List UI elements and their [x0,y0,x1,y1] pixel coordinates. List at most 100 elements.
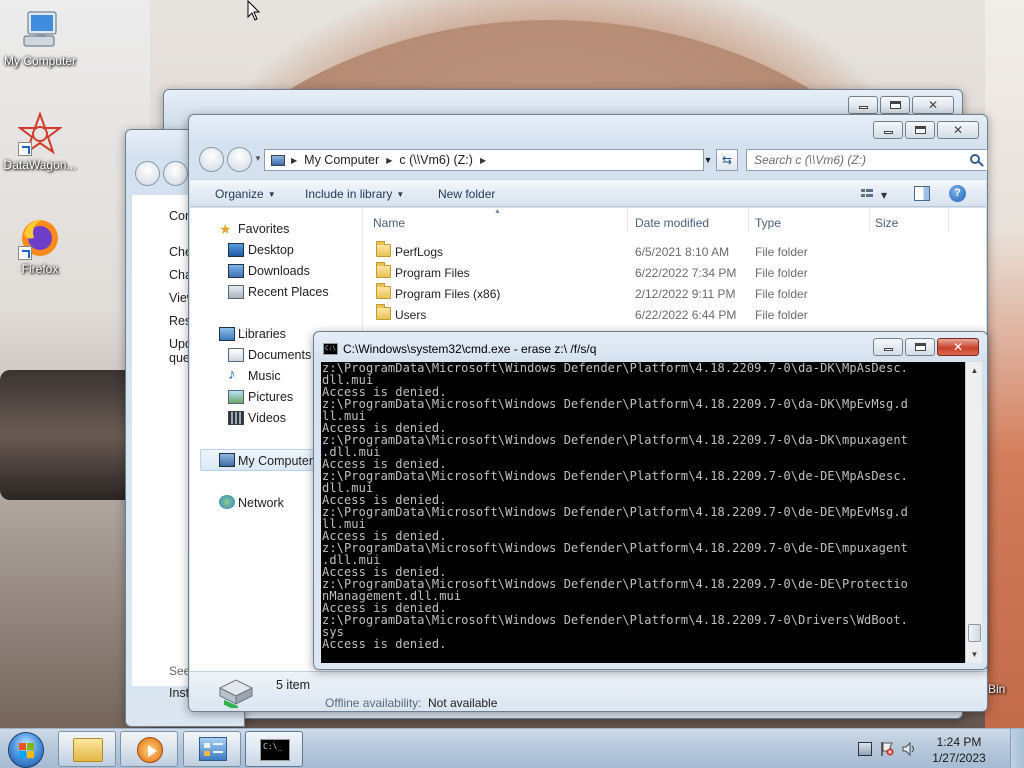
include-in-library-menu[interactable]: Include in library ▼ [305,187,404,201]
column-header-date-modified[interactable]: Date modified [635,216,709,230]
maximize-button[interactable] [905,338,935,356]
close-button[interactable]: ✕ [912,96,954,114]
speaker-icon[interactable] [901,741,917,757]
back-arrow-icon[interactable] [135,161,160,186]
view-options-icon[interactable]: ▼ [859,185,889,203]
window-controls: ✕ [873,121,979,139]
mouse-cursor-icon [247,0,261,21]
windows-logo-icon [8,732,44,768]
nav-recent-places[interactable]: Recent Places [248,285,329,299]
window-controls: ✕ [873,338,979,356]
table-row[interactable]: Program Files 6/22/2022 7:34 PM File fol… [364,262,986,283]
breadcrumb-my-computer[interactable]: My Computer [304,153,379,167]
nav-documents[interactable]: Documents [248,348,311,362]
computer-icon [219,453,235,467]
computer-icon [18,8,62,52]
explorer-taskbar-button[interactable] [58,731,116,767]
command-bar: Organize ▼ Include in library ▼ New folder… [190,179,986,207]
recent-pages-chevron-icon[interactable]: ▼ [254,154,262,163]
search-input[interactable] [747,150,957,170]
network-icon [219,495,235,509]
search-box [746,149,988,171]
videos-icon [228,411,244,425]
desktop-icon-label: Bin [988,682,1006,696]
breadcrumb-drive[interactable]: c (\\Vm6) (Z:) [399,153,473,167]
desktop-icon [228,243,244,257]
cmd-window[interactable]: C:\Windows\system32\cmd.exe - erase z:\ … [313,331,988,670]
scroll-down-arrow-icon[interactable]: ▼ [966,646,983,663]
breadcrumb-chevron-icon[interactable]: ▶ [386,156,392,165]
chevron-down-icon: ▼ [267,190,276,199]
desktop-icon-datawagon[interactable]: DataWagon... [0,111,80,172]
scroll-up-arrow-icon[interactable]: ▲ [966,362,983,379]
column-header-name[interactable]: Name [373,216,405,230]
maximize-button[interactable] [880,96,910,114]
shortcut-arrow-icon [18,142,32,156]
favorites-star-icon: ★ [219,221,232,237]
address-bar[interactable]: ▶ My Computer ▶ c (\\Vm6) (Z:) ▶ [264,149,704,171]
forward-arrow-icon[interactable] [163,161,188,186]
new-folder-button[interactable]: New folder [438,187,495,201]
folder-icon [376,262,391,278]
action-center-flag-icon[interactable] [880,741,894,757]
scrollbar-thumb[interactable] [968,624,981,642]
start-button[interactable] [4,730,48,768]
minimize-button[interactable] [873,121,903,139]
forward-arrow-icon[interactable] [227,147,252,172]
media-player-taskbar-button[interactable] [120,731,178,767]
folder-icon [376,304,391,320]
firefox-icon [18,216,62,260]
nav-pictures[interactable]: Pictures [248,390,293,404]
desktop-icon-label: Firefox [21,262,59,276]
help-icon[interactable]: ? [949,185,966,202]
clock-date[interactable]: 1/27/2023 [925,751,993,765]
desktop-icon-label: DataWagon... [3,158,77,172]
media-player-icon [137,737,163,763]
nav-libraries[interactable]: Libraries [238,327,286,341]
console-output-text: z:\ProgramData\Microsoft\Windows Defende… [322,362,908,651]
network-tray-icon[interactable] [858,742,872,756]
table-row[interactable]: PerfLogs 6/5/2021 8:10 AM File folder [364,241,986,262]
cmd-taskbar-button[interactable]: C:\_ [245,731,303,767]
maximize-button[interactable] [905,121,935,139]
column-header-type[interactable]: Type [755,216,781,230]
address-dropdown-icon[interactable]: ▼ [700,149,716,171]
desktop-icon-my-computer[interactable]: My Computer [0,8,80,68]
vertical-scrollbar[interactable]: ▲ ▼ [965,362,982,663]
cmd-icon[interactable] [323,343,338,355]
item-count: 5 item [276,678,311,692]
table-row[interactable]: Users 6/22/2022 6:44 PM File folder [364,304,986,325]
console-output-area[interactable]: z:\ProgramData\Microsoft\Windows Defende… [321,362,965,663]
clock-time[interactable]: 1:24 PM [927,735,991,749]
organize-menu[interactable]: Organize ▼ [215,187,276,201]
folder-icon [376,241,391,257]
shortcut-arrow-icon [18,246,32,260]
show-desktop-button[interactable] [1010,729,1024,768]
control-panel-taskbar-button[interactable] [183,731,241,767]
preview-pane-icon[interactable] [914,186,930,201]
minimize-button[interactable] [873,338,903,356]
chevron-down-icon: ▼ [396,190,405,199]
nav-my-computer[interactable]: My Computer [238,454,313,468]
minimize-button[interactable] [848,96,878,114]
desktop-icon-firefox[interactable]: Firefox [0,216,80,276]
table-row[interactable]: Program Files (x86) 2/12/2022 9:11 PM Fi… [364,283,986,304]
nav-music[interactable]: Music [248,369,281,383]
close-button[interactable]: ✕ [937,121,979,139]
sort-up-icon: ▲ [494,208,501,215]
nav-desktop[interactable]: Desktop [248,243,294,257]
window-controls: ✕ [848,96,954,114]
breadcrumb-chevron-icon[interactable]: ▶ [480,156,486,165]
refresh-icon[interactable]: ⇆ [716,149,738,171]
svg-text:▼: ▼ [881,191,888,200]
column-header-size[interactable]: Size [875,216,898,230]
offline-availability-value: Not available [428,696,498,710]
nav-videos[interactable]: Videos [248,411,286,425]
nav-downloads[interactable]: Downloads [248,264,310,278]
close-button[interactable]: ✕ [937,338,979,356]
nav-network[interactable]: Network [238,496,284,510]
back-arrow-icon[interactable] [199,147,224,172]
nav-favorites[interactable]: Favorites [238,222,289,236]
breadcrumb-chevron-icon[interactable]: ▶ [291,156,297,165]
search-icon[interactable] [970,154,980,164]
